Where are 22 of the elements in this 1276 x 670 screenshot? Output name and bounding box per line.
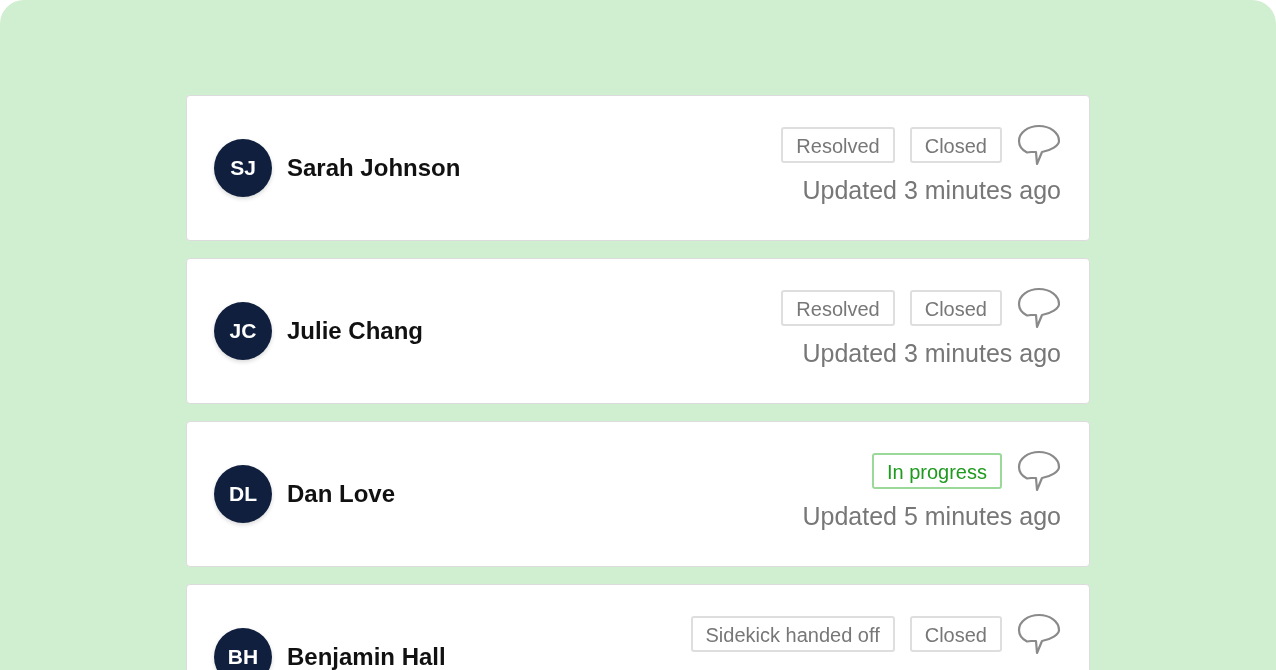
status-tag: Sidekick handed off [690, 616, 895, 652]
avatar: JC [214, 302, 272, 360]
status-tag: Resolved [781, 290, 895, 326]
status-tag: Closed [909, 616, 1002, 652]
customer-name: Dan Love [287, 480, 396, 508]
comment-icon[interactable] [1017, 124, 1061, 166]
status-tag: Closed [909, 290, 1002, 326]
comment-icon[interactable] [1017, 613, 1061, 655]
updated-time: Updated 3 minutes ago [802, 176, 1061, 205]
status-tag: Resolved [781, 127, 895, 163]
comment-icon[interactable] [1017, 287, 1061, 329]
customer-name: Benjamin Hall [287, 643, 446, 670]
avatar: SJ [214, 139, 272, 197]
updated-time: Updated 3 minutes ago [802, 339, 1061, 368]
status-tag: Closed [909, 127, 1002, 163]
comment-icon[interactable] [1017, 450, 1061, 492]
customer-name: Julie Chang [287, 317, 424, 345]
customer-name: Sarah Johnson [287, 154, 461, 182]
avatar: DL [214, 465, 272, 523]
status-tag: In progress [871, 453, 1002, 489]
updated-time: Updated 5 minutes ago [802, 502, 1061, 531]
avatar: BH [214, 628, 272, 670]
